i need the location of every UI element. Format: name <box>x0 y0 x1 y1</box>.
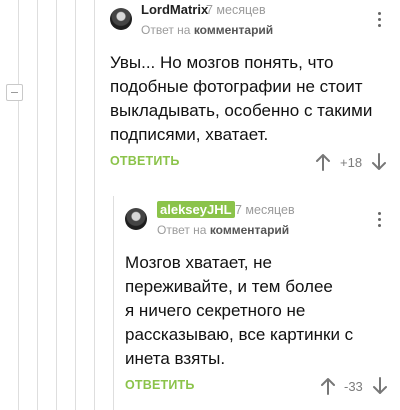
avatar[interactable] <box>125 208 147 230</box>
thread-line <box>56 0 57 410</box>
comment-text-line: переживайте, и тем более <box>125 277 333 296</box>
comment-text-line: инета взяты. <box>125 349 226 368</box>
comment: LordMatrix 7 месяцев Ответ на комментари… <box>110 0 400 190</box>
arrow-down-icon[interactable] <box>371 376 389 396</box>
comment-text-line: Увы... Но мозгов понять, что <box>110 53 334 72</box>
comment-actions: ОТВЕТИТЬ +18 <box>110 152 390 172</box>
comment-time: 7 месяцев <box>235 203 295 217</box>
author-name[interactable]: alekseyJHL <box>157 201 235 218</box>
thread-line <box>75 0 76 410</box>
reply-button[interactable]: ОТВЕТИТЬ <box>110 154 180 168</box>
comment-text-line: подобные фотографии не стоит <box>110 77 363 96</box>
comment-text-line: подписями, хватает. <box>110 125 269 144</box>
arrow-down-icon[interactable] <box>370 152 388 172</box>
collapse-thread-button[interactable] <box>6 84 23 101</box>
arrow-up-icon[interactable] <box>319 376 337 396</box>
comment-actions: ОТВЕТИТЬ -33 <box>125 376 395 396</box>
reply-to: Ответ на комментарий <box>141 23 273 37</box>
more-vertical-icon[interactable] <box>378 12 382 30</box>
author-name[interactable]: LordMatrix <box>141 2 208 17</box>
thread-line <box>18 0 19 410</box>
thread-line <box>113 196 114 410</box>
comment: alekseyJHL 7 месяцев Ответ на комментари… <box>125 196 400 410</box>
more-vertical-icon[interactable] <box>378 212 382 230</box>
arrow-up-icon[interactable] <box>314 152 332 172</box>
thread-line <box>37 0 38 410</box>
comment-text-line: выкладывать, особенно с такими <box>110 101 373 120</box>
comment-text-line: я ничего секретного не <box>125 301 306 320</box>
comment-text-line: Мозгов хватает, не <box>125 253 272 272</box>
comment-text: Увы... Но мозгов понять, что подобные фо… <box>110 51 395 147</box>
thread-line <box>94 0 95 410</box>
reply-target-link[interactable]: комментарий <box>194 23 273 37</box>
reply-to: Ответ на комментарий <box>157 223 289 237</box>
reply-target-link[interactable]: комментарий <box>210 223 289 237</box>
avatar[interactable] <box>110 8 132 30</box>
reply-prefix: Ответ на <box>157 223 207 237</box>
comment-text: Мозгов хватает, не переживайте, и тем бо… <box>125 251 395 371</box>
vote-score: -33 <box>344 379 363 394</box>
reply-button[interactable]: ОТВЕТИТЬ <box>125 378 195 392</box>
comment-text-line: рассказываю, все картинки с <box>125 325 354 344</box>
vote-score: +18 <box>340 155 363 170</box>
comment-time: 7 месяцев <box>206 3 266 17</box>
reply-prefix: Ответ на <box>141 23 191 37</box>
